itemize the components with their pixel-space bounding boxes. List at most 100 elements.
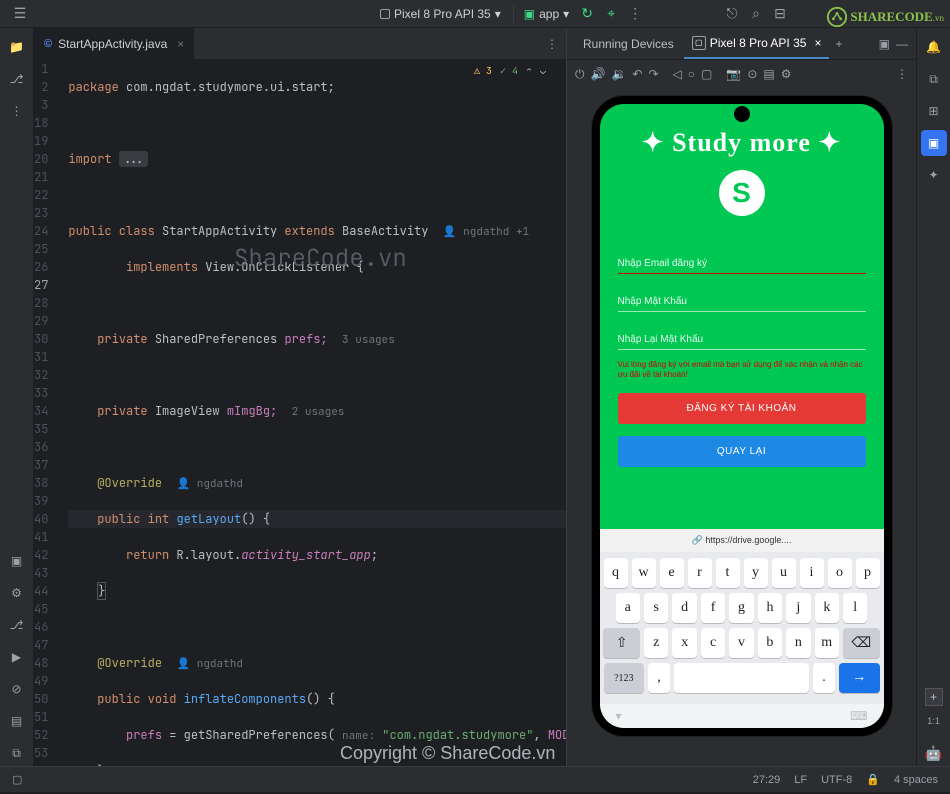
problems-icon[interactable]: ⊘ bbox=[4, 676, 30, 702]
key-c[interactable]: c bbox=[701, 628, 725, 658]
terminal-icon[interactable]: ▣ bbox=[4, 548, 30, 574]
zoom-label[interactable]: 1:1 bbox=[927, 716, 940, 726]
key-r[interactable]: r bbox=[688, 558, 712, 588]
rotate-r-icon[interactable]: ↷ bbox=[648, 67, 658, 81]
enter-key[interactable]: → bbox=[839, 663, 880, 693]
tab-running-devices[interactable]: Running Devices bbox=[575, 29, 682, 59]
inspector-icon[interactable]: ⊞ bbox=[921, 98, 947, 124]
run-config-name: app bbox=[539, 7, 559, 21]
commit-icon[interactable]: ⎇ bbox=[4, 66, 30, 92]
key-z[interactable]: z bbox=[644, 628, 668, 658]
email-input[interactable] bbox=[618, 250, 866, 274]
window-icon[interactable]: ▣ bbox=[879, 37, 890, 51]
key-p[interactable]: p bbox=[856, 558, 880, 588]
run-config-selector[interactable]: ▣ app ▾ bbox=[518, 5, 575, 23]
code-text[interactable]: package com.ngdat.studymore.ui.start; im… bbox=[64, 60, 566, 766]
back-button[interactable]: QUAY LẠI bbox=[618, 436, 866, 467]
record-icon[interactable]: ⊙ bbox=[747, 67, 757, 81]
vol-dn-icon[interactable]: 🔉 bbox=[611, 67, 626, 81]
home-icon[interactable]: ○ bbox=[688, 67, 695, 81]
key-e[interactable]: e bbox=[660, 558, 684, 588]
more-icon[interactable]: ⋮ bbox=[896, 67, 908, 81]
key-o[interactable]: o bbox=[828, 558, 852, 588]
line-separator[interactable]: LF bbox=[794, 774, 807, 786]
overview-icon[interactable]: ▢ bbox=[701, 67, 712, 81]
reload-icon[interactable]: ↻ bbox=[575, 2, 599, 26]
nav-down-icon[interactable]: ▾ bbox=[616, 709, 622, 723]
key-d[interactable]: d bbox=[672, 593, 696, 623]
menu-icon[interactable]: ☰ bbox=[8, 2, 32, 26]
git-icon[interactable]: ⎇ bbox=[4, 612, 30, 638]
key-q[interactable]: q bbox=[604, 558, 628, 588]
add-device-icon[interactable]: + bbox=[835, 37, 842, 51]
structure-icon[interactable]: ⋮ bbox=[4, 98, 30, 124]
key-n[interactable]: n bbox=[786, 628, 810, 658]
project-icon[interactable]: 📁 bbox=[4, 34, 30, 60]
key-f[interactable]: f bbox=[701, 593, 725, 623]
debug-icon[interactable]: ⌖ bbox=[599, 2, 623, 26]
tab-menu-icon[interactable]: ⋮ bbox=[546, 37, 558, 51]
file-encoding[interactable]: UTF-8 bbox=[821, 774, 852, 786]
phone-screen[interactable]: ✦ Study more ✦ S Vui lòng đăng ký với em… bbox=[600, 104, 884, 728]
run-pane-icon[interactable]: ▶ bbox=[4, 644, 30, 670]
ai-icon[interactable]: ✦ bbox=[921, 162, 947, 188]
code-viewport[interactable]: ⚠ 3 ✓ 4 ⌃⌄ 12318192021222324252627282930… bbox=[34, 60, 566, 766]
close-tab-icon[interactable]: × bbox=[177, 37, 184, 51]
cursor-position[interactable]: 27:29 bbox=[753, 774, 781, 786]
gradle-icon[interactable]: ⧉ bbox=[921, 66, 947, 92]
key-y[interactable]: y bbox=[744, 558, 768, 588]
readonly-icon[interactable]: 🔒 bbox=[866, 773, 880, 786]
file-tab[interactable]: © StartAppActivity.java × bbox=[34, 28, 194, 60]
power-icon[interactable]: ⏻ bbox=[575, 67, 585, 82]
vcs-icon[interactable]: ⧉ bbox=[4, 740, 30, 766]
key-l[interactable]: l bbox=[843, 593, 867, 623]
rotate-l-icon[interactable]: ↶ bbox=[632, 67, 642, 81]
nav-keyboard-icon[interactable]: ⌨ bbox=[850, 709, 867, 723]
zoom-in-icon[interactable]: + bbox=[925, 688, 943, 706]
key-i[interactable]: i bbox=[800, 558, 824, 588]
minimize-icon[interactable]: — bbox=[896, 37, 908, 51]
device-manager-icon[interactable]: ▣ bbox=[921, 130, 947, 156]
key-g[interactable]: g bbox=[729, 593, 753, 623]
key-a[interactable]: a bbox=[616, 593, 640, 623]
password-input[interactable] bbox=[618, 288, 866, 312]
key-k[interactable]: k bbox=[815, 593, 839, 623]
period-key[interactable]: . bbox=[813, 663, 835, 693]
tab-device-instance[interactable]: ▢ Pixel 8 Pro API 35 × bbox=[684, 29, 830, 59]
key-t[interactable]: t bbox=[716, 558, 740, 588]
key-u[interactable]: u bbox=[772, 558, 796, 588]
back-icon[interactable]: ◁ bbox=[673, 67, 682, 81]
numeric-key[interactable]: ?123 bbox=[604, 663, 645, 693]
close-icon[interactable]: × bbox=[814, 36, 821, 50]
tool-icon-2[interactable]: ⌕ bbox=[744, 2, 768, 26]
key-w[interactable]: w bbox=[632, 558, 656, 588]
vol-up-icon[interactable]: 🔊 bbox=[591, 67, 606, 81]
url-suggestion[interactable]: 🔗 https://drive.google.... bbox=[600, 529, 884, 552]
screenshot-icon[interactable]: 📷 bbox=[726, 67, 741, 81]
tool-icon-1[interactable]: ⎋ bbox=[720, 2, 744, 26]
device-selector[interactable]: Pixel 8 Pro API 35 ▾ bbox=[372, 5, 509, 23]
key-v[interactable]: v bbox=[729, 628, 753, 658]
comma-key[interactable]: , bbox=[648, 663, 670, 693]
line-gutter: 1231819202122232425262728293031323334353… bbox=[34, 60, 64, 766]
build-icon[interactable]: ⚙ bbox=[4, 580, 30, 606]
backspace-key[interactable]: ⌫ bbox=[843, 628, 880, 658]
key-h[interactable]: h bbox=[758, 593, 782, 623]
key-s[interactable]: s bbox=[644, 593, 668, 623]
tool-icon-3[interactable]: ⊟ bbox=[768, 2, 792, 26]
space-key[interactable] bbox=[674, 663, 809, 693]
key-j[interactable]: j bbox=[786, 593, 810, 623]
display-icon[interactable]: ▤ bbox=[763, 67, 774, 81]
notifications-icon[interactable]: 🔔 bbox=[921, 34, 947, 60]
key-b[interactable]: b bbox=[758, 628, 782, 658]
settings-icon[interactable]: ⚙ bbox=[781, 67, 792, 81]
confirm-password-input[interactable] bbox=[618, 326, 866, 350]
key-m[interactable]: m bbox=[815, 628, 839, 658]
indent-info[interactable]: 4 spaces bbox=[894, 774, 938, 786]
key-x[interactable]: x bbox=[672, 628, 696, 658]
more-icon[interactable]: ⋮ bbox=[623, 2, 647, 26]
shift-key[interactable]: ⇧ bbox=[603, 628, 640, 658]
register-button[interactable]: ĐĂNG KÝ TÀI KHOẢN bbox=[618, 393, 866, 424]
bot-icon[interactable]: 🤖 bbox=[921, 740, 947, 766]
logcat-icon[interactable]: ▤ bbox=[4, 708, 30, 734]
